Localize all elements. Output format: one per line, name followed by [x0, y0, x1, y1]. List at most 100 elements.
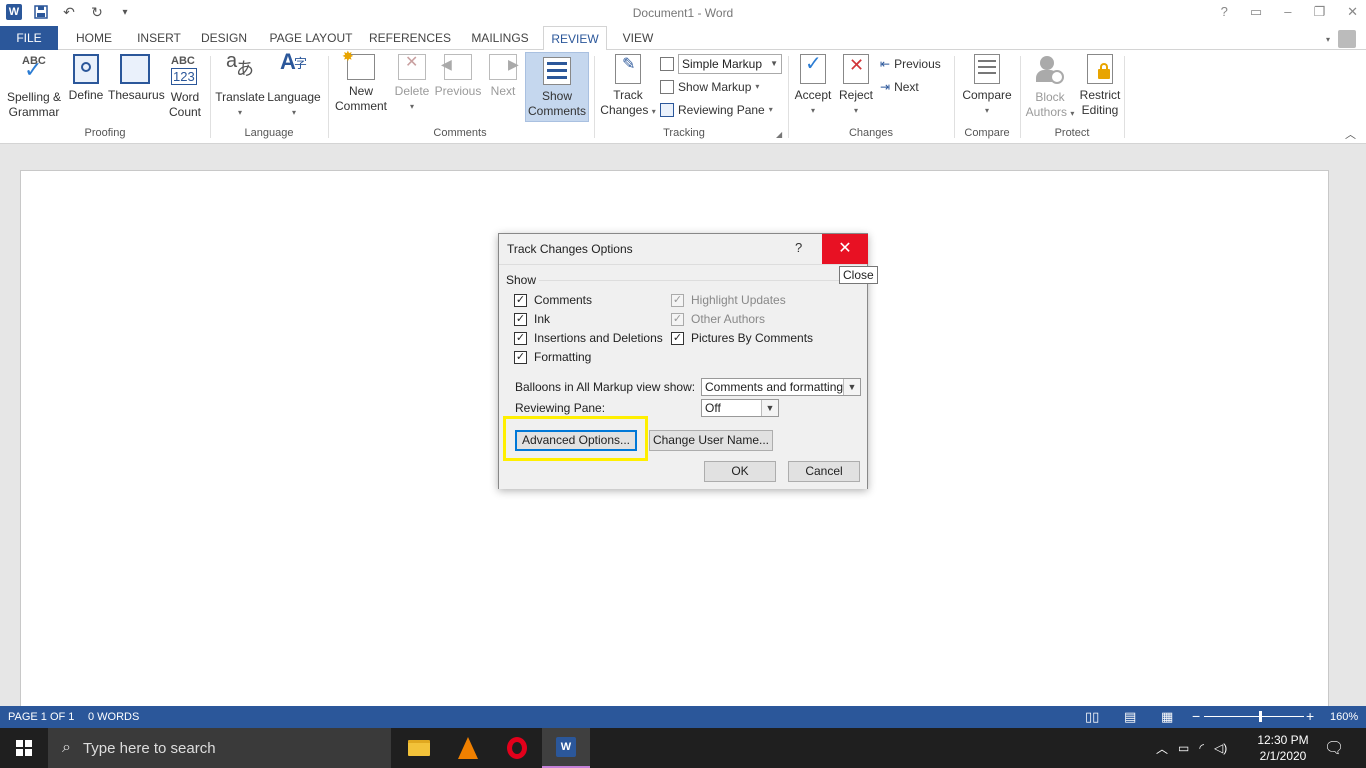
ink-checkbox[interactable]: ✓ Ink	[514, 312, 550, 326]
dialog-close-button[interactable]: ✕	[822, 234, 868, 264]
ok-button[interactable]: OK	[704, 461, 776, 482]
markup-select[interactable]: Simple Markup ▼	[678, 54, 782, 74]
page-count[interactable]: PAGE 1 OF 1	[8, 711, 74, 723]
taskbar-search[interactable]: ⌕ Type here to search	[48, 728, 391, 768]
next-comment-button[interactable]: ▶ Next	[484, 54, 522, 99]
checkbox-check-icon: ✓	[514, 312, 527, 326]
volume-icon[interactable]: ◁)	[1214, 741, 1227, 755]
delete-comment-icon: ✕	[398, 54, 426, 80]
ribbon-display-icon[interactable]: ▭	[1250, 4, 1262, 20]
show-markup-icon	[660, 80, 674, 94]
chevron-down-icon: ▼	[843, 379, 860, 395]
pictures-by-comments-checkbox[interactable]: ✓ Pictures By Comments	[671, 331, 813, 345]
spelling-grammar-button[interactable]: ABC ✓ Spelling & Grammar	[4, 54, 64, 120]
folder-icon	[408, 740, 430, 756]
minimize-icon[interactable]: –	[1284, 4, 1291, 20]
delete-comment-button[interactable]: ✕ Delete ▾	[392, 54, 432, 114]
restore-icon[interactable]: ❐	[1313, 4, 1325, 20]
tab-mailings[interactable]: MAILINGS	[464, 26, 536, 50]
print-layout-icon[interactable]: ▤	[1124, 709, 1136, 725]
reviewing-pane-button[interactable]: Reviewing Pane ▾	[660, 100, 773, 120]
markup-icon	[660, 54, 674, 74]
show-comments-button[interactable]: Show Comments	[525, 52, 589, 122]
ribbon-tabs: FILE HOME INSERT DESIGN PAGE LAYOUT REFE…	[0, 26, 1366, 51]
tab-references[interactable]: REFERENCES	[368, 26, 452, 50]
new-comment-button[interactable]: ✸ New Comment	[332, 49, 390, 114]
balloons-select[interactable]: Comments and formatting ▼	[701, 378, 861, 396]
word-app[interactable]: W	[542, 728, 590, 768]
tab-insert[interactable]: INSERT	[132, 26, 186, 50]
previous-comment-button[interactable]: ◀ Previous	[434, 54, 482, 99]
word-taskbar-icon: W	[556, 737, 576, 757]
zoom-in-button[interactable]: +	[1306, 708, 1314, 724]
language-button[interactable]: A 字 Language ▾	[266, 51, 322, 120]
chevron-down-icon: ▼	[770, 59, 778, 68]
wifi-icon[interactable]: ◜	[1199, 741, 1204, 755]
tab-file[interactable]: FILE	[0, 26, 58, 50]
file-explorer-app[interactable]	[395, 728, 443, 768]
balloons-label: Balloons in All Markup view show:	[515, 380, 696, 394]
collapse-ribbon-icon[interactable]: ︿	[1345, 126, 1356, 142]
user-area[interactable]: ▾	[1326, 30, 1356, 48]
show-markup-button[interactable]: Show Markup ▾	[660, 77, 759, 97]
accept-button[interactable]: ✓ Accept ▾	[792, 54, 834, 118]
search-input[interactable]: Type here to search	[83, 740, 216, 757]
define-button[interactable]: Define	[66, 54, 106, 103]
clock[interactable]: 12:30 PM 2/1/2020	[1253, 732, 1313, 764]
help-icon[interactable]: ?	[1221, 4, 1228, 20]
avatar[interactable]	[1338, 30, 1356, 48]
notifications-icon[interactable]: 🗨	[1324, 728, 1344, 768]
close-window-icon[interactable]: ✕	[1347, 4, 1358, 20]
opera-app[interactable]	[493, 728, 541, 768]
block-authors-button[interactable]: Block Authors ▾	[1022, 54, 1078, 121]
reviewing-pane-icon	[660, 103, 674, 117]
chevron-up-icon[interactable]: ︿	[1156, 740, 1168, 757]
chevron-down-icon: ▼	[761, 400, 778, 416]
new-comment-icon: ✸	[342, 49, 375, 80]
dialog-help-icon[interactable]: ?	[795, 240, 802, 255]
document-title: Document1 - Word	[632, 6, 734, 20]
vlc-app[interactable]	[444, 728, 492, 768]
taskbar: ⌕ Type here to search W ︿ ▭ ◜ ◁) 12:30 P…	[0, 728, 1366, 768]
restrict-editing-button[interactable]: Restrict Editing	[1078, 54, 1122, 118]
show-section-label: Show	[506, 273, 537, 287]
reviewing-pane-select[interactable]: Off ▼	[701, 399, 779, 417]
start-button[interactable]	[0, 728, 48, 768]
status-bar: PAGE 1 OF 1 0 WORDS ▯▯ ▤ ▦ − + 160%	[0, 706, 1366, 728]
zoom-slider-handle[interactable]	[1259, 711, 1262, 722]
formatting-checkbox[interactable]: ✓ Formatting	[514, 350, 591, 364]
thesaurus-button[interactable]: Thesaurus	[108, 54, 165, 103]
dialog-launcher-icon[interactable]: ◢	[776, 130, 782, 139]
compare-button[interactable]: Compare ▾	[958, 54, 1016, 118]
zoom-out-button[interactable]: −	[1192, 708, 1200, 724]
battery-icon[interactable]: ▭	[1178, 741, 1189, 755]
word-count-button[interactable]: ABC 123 Word Count	[164, 54, 206, 120]
comments-checkbox[interactable]: ✓ Comments	[514, 293, 592, 307]
checkbox-check-icon: ✓	[514, 331, 527, 345]
zoom-level[interactable]: 160%	[1330, 711, 1358, 723]
previous-change-icon: ⇤	[880, 57, 891, 71]
web-layout-icon[interactable]: ▦	[1161, 709, 1173, 725]
next-change-button[interactable]: ⇥ Next	[880, 77, 919, 97]
tab-review[interactable]: REVIEW	[543, 26, 607, 51]
language-group-label: Language	[244, 127, 294, 139]
reject-button[interactable]: ✕ Reject ▾	[836, 54, 876, 118]
compare-group-label: Compare	[964, 127, 1010, 139]
change-user-name-button[interactable]: Change User Name...	[649, 430, 773, 451]
insertions-deletions-checkbox[interactable]: ✓ Insertions and Deletions	[514, 331, 663, 345]
translate-button[interactable]: a あ Translate ▾	[214, 51, 266, 120]
user-menu-chevron-icon[interactable]: ▾	[1326, 35, 1330, 44]
tab-design[interactable]: DESIGN	[196, 26, 252, 50]
checkbox-check-icon: ✓	[671, 293, 684, 307]
cancel-button[interactable]: Cancel	[788, 461, 860, 482]
tab-page-layout[interactable]: PAGE LAYOUT	[264, 26, 358, 50]
zoom-slider-track[interactable]	[1204, 716, 1304, 717]
tab-view[interactable]: VIEW	[616, 26, 660, 50]
previous-change-button[interactable]: ⇤ Previous	[880, 54, 941, 74]
ribbon: ABC ✓ Spelling & Grammar Define Thesauru…	[0, 49, 1366, 144]
tab-home[interactable]: HOME	[66, 26, 122, 50]
group-divider	[954, 56, 955, 138]
word-count[interactable]: 0 WORDS	[88, 711, 139, 723]
track-changes-button[interactable]: ✎ Track Changes ▾	[598, 54, 658, 119]
read-mode-icon[interactable]: ▯▯	[1085, 709, 1099, 725]
